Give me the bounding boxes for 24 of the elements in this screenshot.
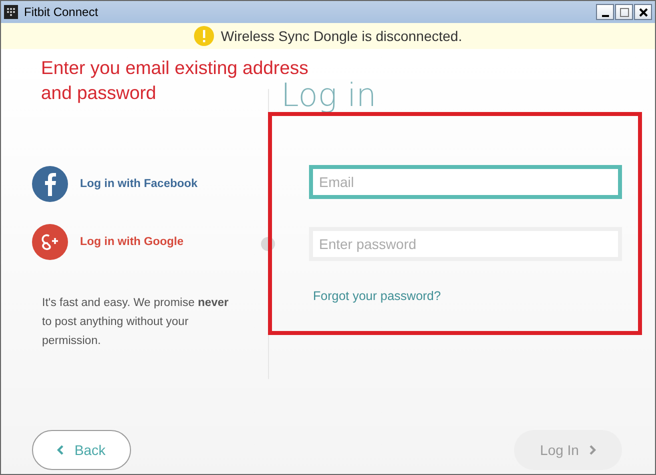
- chevron-left-icon: [57, 445, 64, 455]
- social-login-link[interactable]: Log in with Google: [32, 224, 268, 260]
- email-field[interactable]: Email: [309, 165, 622, 199]
- close-button[interactable]: [634, 4, 652, 20]
- back-button[interactable]: Back: [32, 430, 131, 470]
- annotation-text: Enter you email existing address: [41, 56, 308, 80]
- window-title: Fitbit Connect: [24, 5, 98, 19]
- annotation-text: and password: [41, 81, 156, 105]
- chevron-right-icon: [588, 445, 596, 455]
- forgot-password-link[interactable]: Forgot your password?: [313, 289, 655, 303]
- facebook-icon: [32, 166, 68, 202]
- minimize-button[interactable]: [596, 4, 614, 20]
- app-icon: [4, 5, 18, 19]
- warning-icon: [194, 26, 214, 46]
- maximize-button[interactable]: [615, 4, 633, 20]
- google-plus-icon: [32, 224, 68, 260]
- password-field[interactable]: Enter password: [309, 227, 622, 261]
- privacy-note: It's fast and easy. We promise never to post anything without your permission.: [42, 296, 230, 349]
- close-icon: [638, 8, 648, 16]
- social-login-link[interactable]: Log in with Facebook: [32, 166, 268, 202]
- warning-message: Wireless Sync Dongle is disconnected.: [220, 28, 462, 44]
- maximize-icon: [620, 8, 628, 16]
- minimize-icon: [602, 14, 608, 16]
- login-heading: Log in: [281, 79, 376, 111]
